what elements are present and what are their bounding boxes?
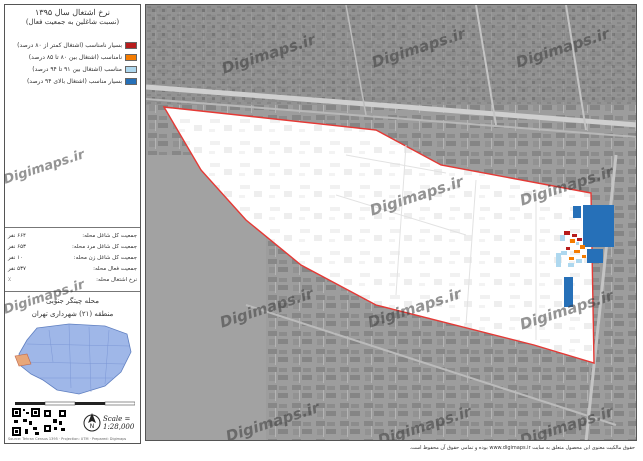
legend-swatch [125, 78, 137, 85]
credits-text: Source: Tehran Census 1395 · Projection:… [8, 437, 127, 441]
legend-panel: نرخ اشتغال سال ۱۳۹۵ (نسبت شاغلین به جمعی… [4, 4, 141, 444]
legend-swatch [125, 54, 137, 61]
legend-item-very-good: بسیار مناسب (اشتغال بالای ۹۴ درصد) [8, 77, 137, 87]
north-arrow-icon: N [83, 413, 101, 432]
legend-item-poor: نامناسب (اشتغال بین ۸۰ تا ۸۵ درصد) [8, 53, 137, 63]
block-good[interactable] [556, 253, 561, 267]
block-very-poor[interactable] [566, 247, 570, 250]
block-good[interactable] [568, 263, 574, 267]
legend-swatch [125, 66, 137, 73]
block-good[interactable] [576, 242, 579, 245]
block-poor[interactable] [570, 239, 575, 243]
block-very-poor[interactable] [572, 234, 577, 237]
stats-row: جمعیت کل شاغل محله: ۶۶۴ نفر [8, 233, 137, 239]
copyright-footer: حقوق مالکیت معنوی این محصول متعلق به سای… [409, 445, 635, 451]
block-poor[interactable] [569, 257, 574, 260]
block-very-good[interactable] [583, 205, 614, 247]
map-canvas [146, 5, 636, 440]
region-name: منطقه (۲۱) شهرداری تهران [31, 310, 114, 318]
block-very-good[interactable] [573, 206, 581, 218]
stats-row: جمعیت کل شاغل زن محله: ۱۰ نفر [8, 255, 137, 261]
inset-locator-map [14, 323, 132, 395]
qr-code-icon [11, 407, 41, 437]
legend-item-very-poor: بسیار نامناسب (اشتغال کمتر از ۸۰ درصد) [8, 41, 137, 51]
block-very-poor[interactable] [564, 231, 570, 235]
stats-row: جمعیت کل شاغل مرد محله: ۶۵۳ نفر [8, 244, 137, 250]
qr-code-icon [43, 409, 67, 433]
legend-swatch [125, 42, 137, 49]
stats-table: جمعیت کل شاغل محله: ۶۶۴ نفر جمعیت کل شاغ… [8, 231, 137, 286]
tehran-outline [18, 323, 132, 395]
legend-title: نرخ اشتغال سال ۱۳۹۵ [34, 8, 111, 17]
legend-subtitle: (نسبت شاغلین به جمعیت فعال) [25, 18, 120, 26]
divider [5, 227, 140, 228]
map-sheet: نرخ اشتغال سال ۱۳۹۵ (نسبت شاغلین به جمعی… [0, 0, 643, 461]
block-poor[interactable] [574, 250, 580, 253]
map-view[interactable]: Digimaps.ir Digimaps.ir Digimaps.ir Digi… [145, 4, 637, 441]
block-good[interactable] [576, 259, 582, 263]
svg-text:N: N [90, 423, 95, 430]
block-good[interactable] [560, 235, 565, 241]
stats-row: جمعیت فعال محله: ۵۳۷ نفر [8, 266, 137, 272]
block-poor[interactable] [580, 245, 585, 249]
legend-item-good: مناسب (اشتغال بین ۹۱ تا ۹۴ درصد) [8, 65, 137, 75]
block-good[interactable] [561, 251, 567, 255]
scale-text: Scale = 1:28,000 [103, 415, 135, 431]
block-very-good[interactable] [587, 249, 603, 263]
block-poor[interactable] [582, 255, 586, 258]
block-very-poor[interactable] [577, 238, 582, 241]
